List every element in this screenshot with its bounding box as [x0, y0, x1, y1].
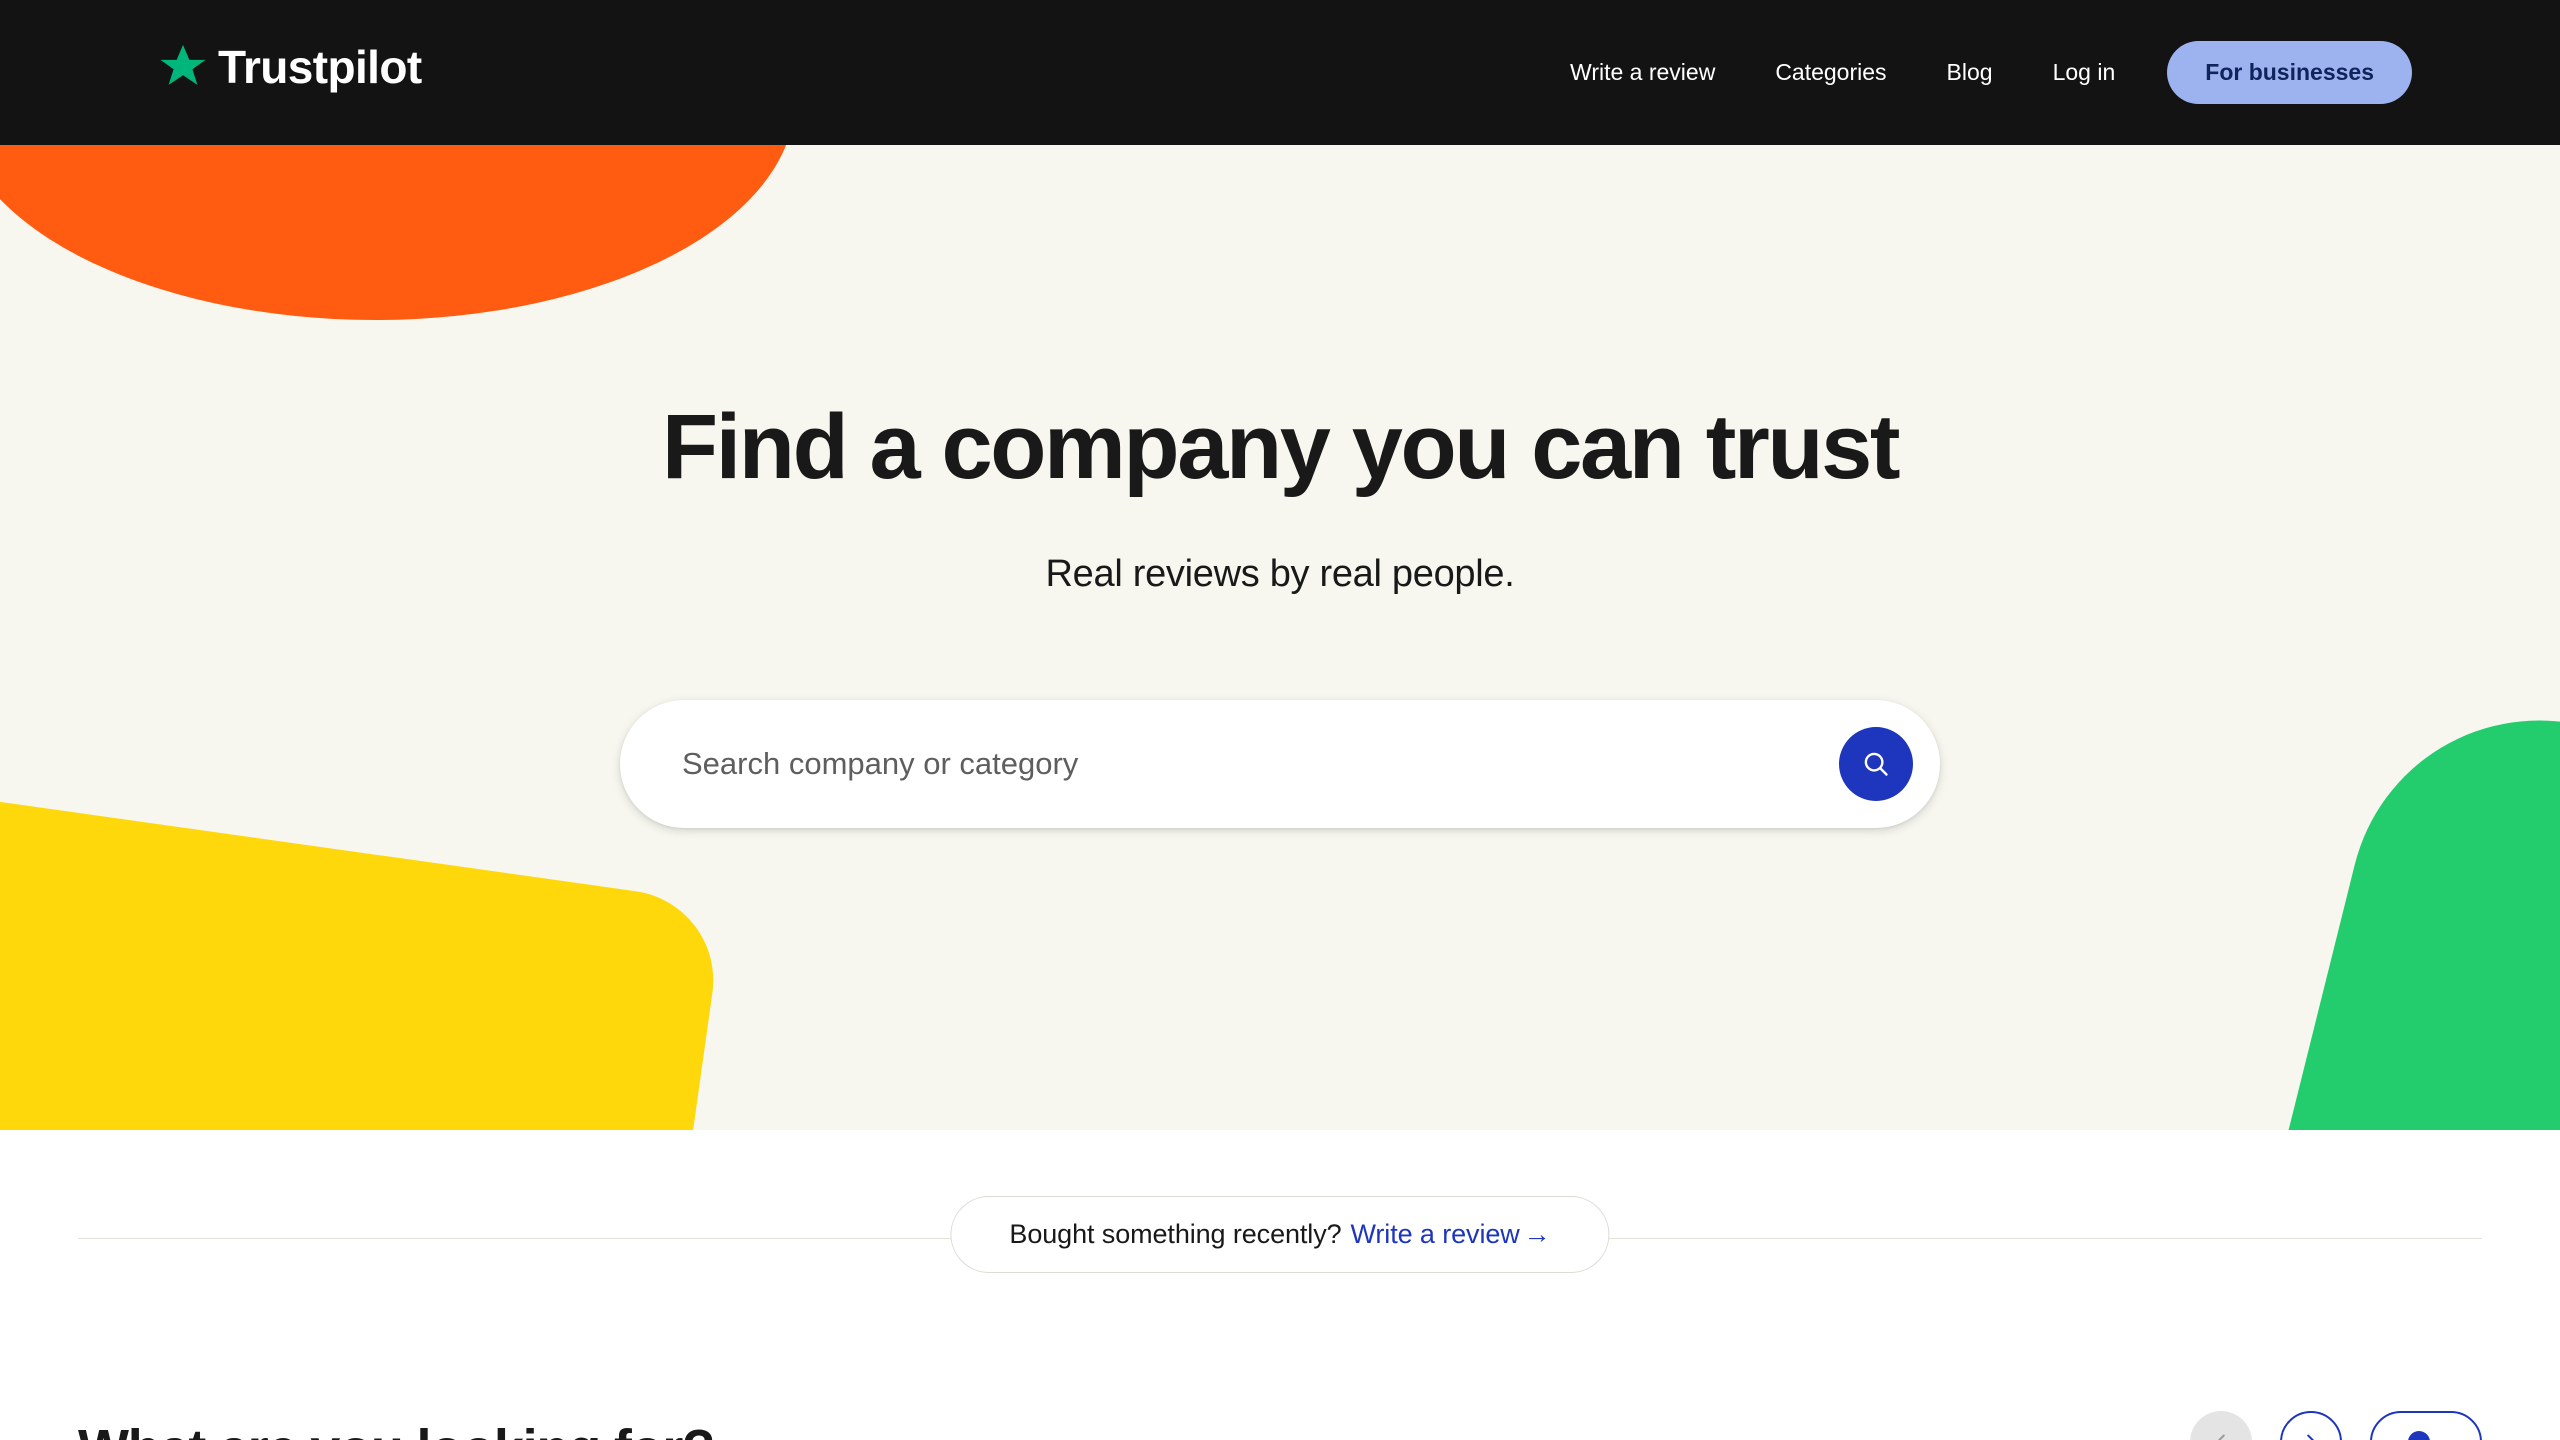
- arrow-right-icon: →: [1523, 1219, 1551, 1249]
- carousel-controls: [2190, 1411, 2482, 1440]
- search-bar[interactable]: [620, 700, 1940, 828]
- carousel-prev-button[interactable]: [2190, 1411, 2252, 1440]
- primary-nav: Write a review Categories Blog Log in Fo…: [1540, 0, 2412, 145]
- chevron-right-icon: [2307, 1434, 2315, 1440]
- page-title: Find a company you can trust: [661, 396, 1901, 498]
- banner-write-review-link[interactable]: Write a review →: [1351, 1219, 1551, 1250]
- carousel-all-button[interactable]: [2370, 1411, 2482, 1440]
- looking-for-heading: What are you looking for?: [78, 1418, 715, 1440]
- chevron-left-icon: [2217, 1434, 2225, 1440]
- search-submit-button[interactable]: [1839, 727, 1913, 801]
- hero-subtitle: Real reviews by real people.: [1045, 553, 1515, 595]
- search-icon: [1864, 752, 1888, 776]
- carousel-next-button[interactable]: [2280, 1411, 2342, 1440]
- trustpilot-homepage: Find a company you can trust Real review…: [0, 0, 2560, 1440]
- star-icon: [160, 44, 206, 85]
- hero-content: Find a company you can trust Real review…: [0, 0, 2560, 1130]
- for-businesses-button[interactable]: For businesses: [2167, 41, 2412, 104]
- write-review-banner[interactable]: Bought something recently? Write a revie…: [950, 1196, 1610, 1273]
- dot-icon: [2408, 1431, 2430, 1440]
- banner-link-label: Write a review: [1350, 1219, 1520, 1249]
- site-header: Trustpilot Write a review Categories Blo…: [0, 0, 2560, 145]
- nav-item-categories[interactable]: Categories: [1745, 61, 1916, 84]
- trustpilot-logo[interactable]: Trustpilot: [158, 42, 422, 92]
- nav-item-blog[interactable]: Blog: [1917, 61, 2023, 84]
- nav-item-write-a-review[interactable]: Write a review: [1540, 61, 1745, 84]
- nav-item-log-in[interactable]: Log in: [2023, 61, 2146, 84]
- banner-prompt: Bought something recently?: [1009, 1219, 1342, 1249]
- logo-wordmark: Trustpilot: [218, 41, 422, 93]
- search-input[interactable]: [620, 700, 1839, 828]
- white-section: [0, 1130, 2560, 1440]
